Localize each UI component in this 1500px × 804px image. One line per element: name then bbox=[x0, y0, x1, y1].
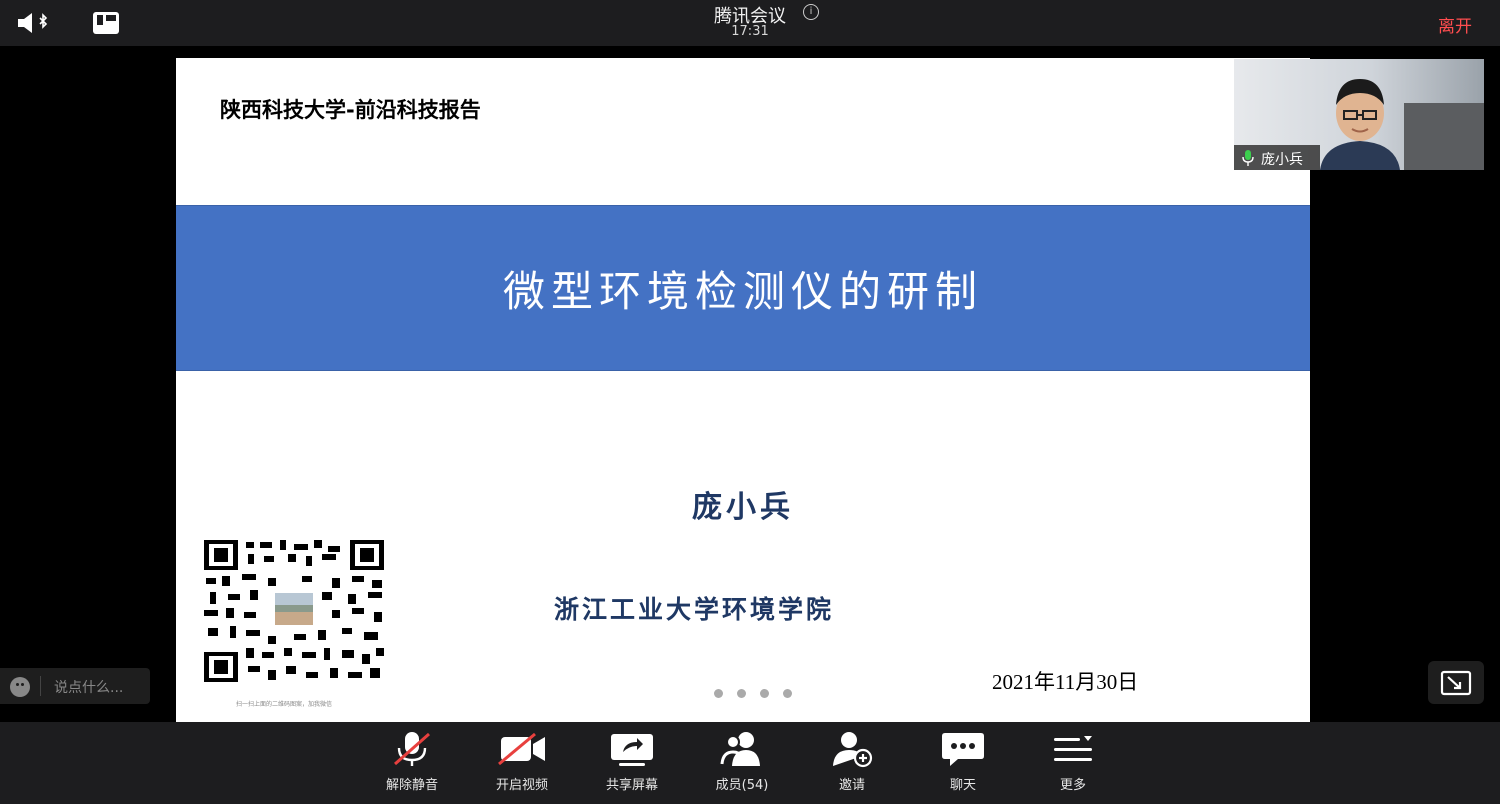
chat-placeholder[interactable]: 说点什么... bbox=[54, 677, 123, 697]
meeting-info-icon[interactable]: i bbox=[803, 4, 819, 20]
leave-button[interactable]: 离开 bbox=[1438, 12, 1472, 37]
chat-divider bbox=[40, 676, 41, 696]
slide-header: 陕西科技大学-前沿科技报告 bbox=[220, 98, 481, 122]
slide-pager-dots[interactable] bbox=[714, 689, 804, 699]
unmute-label: 解除静音 bbox=[385, 778, 438, 793]
qr-caption: 扫一扫上面的二维码图案，加我微信 bbox=[236, 701, 333, 708]
rotate-screen-icon bbox=[1440, 670, 1472, 696]
share-screen-icon bbox=[611, 734, 653, 766]
participant-avatar-video bbox=[1320, 79, 1400, 170]
rotate-screen-button[interactable] bbox=[1428, 661, 1484, 704]
invite-button[interactable]: 邀请 bbox=[807, 730, 897, 800]
chat-bubble-icon bbox=[942, 733, 984, 766]
share-screen-label: 共享屏幕 bbox=[605, 778, 658, 793]
start-video-button[interactable]: 开启视频 bbox=[477, 730, 567, 800]
slide-date: 2021年11月30日 bbox=[992, 670, 1139, 694]
chat-label: 聊天 bbox=[949, 778, 976, 793]
participant-name: 庞小兵 bbox=[1261, 152, 1303, 168]
mic-muted-icon bbox=[394, 732, 430, 766]
slide-author: 庞小兵 bbox=[692, 490, 794, 525]
chat-input-box[interactable]: 说点什么... bbox=[0, 668, 150, 704]
more-menu-icon bbox=[1054, 736, 1092, 761]
members-icon bbox=[720, 732, 760, 766]
participant-video-tile[interactable]: 庞小兵 bbox=[1234, 59, 1484, 170]
share-screen-button[interactable]: 共享屏幕 bbox=[587, 730, 677, 800]
chat-button[interactable]: 聊天 bbox=[918, 730, 1008, 800]
start-video-label: 开启视频 bbox=[495, 778, 548, 793]
camera-off-icon bbox=[498, 732, 545, 766]
slide-affiliation: 浙江工业大学环境学院 bbox=[554, 595, 835, 624]
mic-active-icon bbox=[1242, 150, 1254, 166]
participant-name-tag: 庞小兵 bbox=[1234, 145, 1320, 170]
unmute-button[interactable]: 解除静音 bbox=[367, 730, 457, 800]
members-label: 成员(54) bbox=[715, 778, 769, 793]
invite-user-icon bbox=[833, 732, 873, 768]
meeting-time: 17:31 bbox=[731, 24, 769, 39]
video-background-shelf bbox=[1404, 103, 1484, 170]
slide-title-band: 微型环境检测仪的研制 bbox=[176, 205, 1310, 371]
bottom-toolbar: 解除静音 开启视频 共享屏幕 成员(54) 邀请 聊天 更多 bbox=[0, 722, 1500, 804]
shared-slide: 陕西科技大学-前沿科技报告 微型环境检测仪的研制 庞小兵 浙江工业大学环境学院 … bbox=[176, 58, 1310, 722]
slide-main-title: 微型环境检测仪的研制 bbox=[502, 267, 983, 316]
top-bar: 腾讯会议 i 17:31 离开 bbox=[0, 0, 1500, 46]
members-button[interactable]: 成员(54) bbox=[697, 730, 787, 800]
more-label: 更多 bbox=[1059, 778, 1086, 793]
invite-label: 邀请 bbox=[838, 778, 865, 793]
emoji-icon[interactable] bbox=[10, 677, 30, 697]
more-button[interactable]: 更多 bbox=[1028, 730, 1118, 800]
qr-code-image bbox=[202, 538, 386, 684]
